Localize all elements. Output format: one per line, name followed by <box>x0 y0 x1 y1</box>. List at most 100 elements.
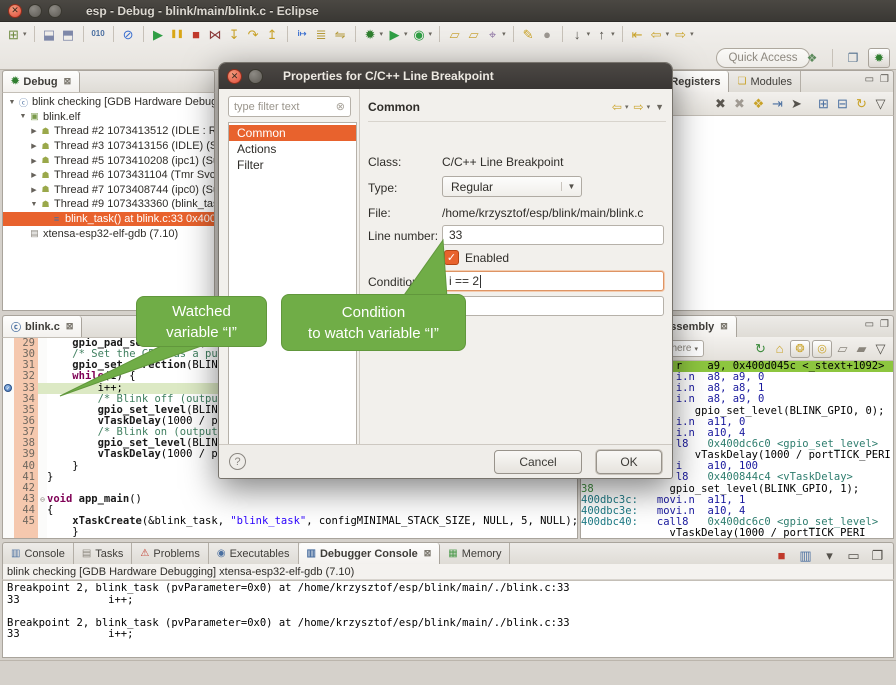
open-folder-icon[interactable]: ▱ <box>446 25 463 43</box>
tab-debugger-console[interactable]: ▥Debugger Console⊠ <box>299 543 441 564</box>
show-debug-sources-icon[interactable]: ≣ <box>313 25 330 43</box>
external-tools-icon[interactable]: ◉ <box>411 25 428 43</box>
home-icon[interactable]: ⌂ <box>771 340 788 358</box>
maximize-icon[interactable]: ❐ <box>869 546 886 564</box>
view-menu-icon[interactable]: ▽ <box>872 95 889 113</box>
search-icon[interactable]: ⌖ <box>484 25 501 43</box>
breakpoint-marker-icon[interactable]: ✓ <box>4 384 12 392</box>
instruction-stepping-icon[interactable]: i↦ <box>294 25 311 43</box>
dialog-nav-filter[interactable]: Filter <box>229 157 356 173</box>
line-number[interactable]: 32 <box>14 371 38 382</box>
expander-icon[interactable]: ▶ <box>29 171 39 179</box>
terminate-console-icon[interactable]: ■ <box>773 546 790 564</box>
fold-icon[interactable]: ⊖ <box>38 494 47 505</box>
new-wizard-icon[interactable]: ⊞ <box>5 25 22 43</box>
chevron-down-icon[interactable]: ▾ <box>502 30 506 38</box>
forward-icon[interactable]: ⇨ <box>672 25 689 43</box>
expand-icon[interactable]: ⊞ <box>815 95 832 113</box>
tab-debug[interactable]: ✹ Debug ⊠ <box>3 71 80 92</box>
chevron-down-icon[interactable]: ▾ <box>690 30 694 38</box>
expander-icon[interactable]: ▶ <box>29 127 39 135</box>
marker-bar[interactable] <box>3 472 14 483</box>
marker-bar[interactable] <box>3 405 14 416</box>
mark-occurrences-icon[interactable]: ✎ <box>520 25 537 43</box>
chevron-down-icon[interactable]: ▾ <box>23 30 27 38</box>
expander-icon[interactable]: ▶ <box>29 142 39 150</box>
step-return-icon[interactable]: ↥ <box>264 25 281 43</box>
dialog-nav-common[interactable]: Common <box>229 125 356 141</box>
close-icon[interactable]: ⊠ <box>720 321 728 332</box>
display-selected-console-icon[interactable]: ▥ <box>797 546 814 564</box>
tab-memory[interactable]: ▦Memory <box>440 543 510 564</box>
condition-input[interactable]: i == 2 <box>442 271 664 291</box>
skip-breakpoints-icon[interactable]: ⊘ <box>120 25 137 43</box>
filter-input[interactable]: type filter text ⊗ <box>228 96 351 117</box>
tab-console[interactable]: ▥Console <box>3 543 74 564</box>
save-all-icon[interactable]: ⬒ <box>60 25 77 43</box>
chevron-down-icon[interactable]: ▾ <box>587 30 591 38</box>
dialog-nav-actions[interactable]: Actions <box>229 141 356 157</box>
tree-item[interactable]: ▶☗Thread #3 1073413156 (IDLE) (Suspended… <box>3 139 214 154</box>
line-number[interactable]: 39 <box>14 449 38 460</box>
expander-icon[interactable]: ▼ <box>18 113 28 120</box>
marker-bar[interactable] <box>3 505 14 516</box>
resume-icon[interactable]: ▶ <box>150 25 167 43</box>
view-menu-icon[interactable]: ▽ <box>872 340 889 358</box>
tab-tasks[interactable]: ▤Tasks <box>74 543 133 564</box>
ok-button[interactable]: OK <box>596 450 662 474</box>
pin-view-icon[interactable]: ▰ <box>853 340 870 358</box>
tab-executables[interactable]: ◉Executables <box>209 543 299 564</box>
disconnect-icon[interactable]: ⋈ <box>207 25 224 43</box>
marker-bar[interactable] <box>3 338 14 349</box>
window-close-button[interactable]: ✕ <box>8 4 22 18</box>
marker-bar[interactable] <box>3 438 14 449</box>
import-folder-icon[interactable]: ▱ <box>465 25 482 43</box>
last-edit-icon[interactable]: ⇤ <box>629 25 646 43</box>
marker-bar[interactable] <box>3 394 14 405</box>
line-number[interactable]: 45 <box>14 516 38 527</box>
tree-item[interactable]: ▶☗Thread #2 1073413512 (IDLE : Running) <box>3 124 214 139</box>
tab-problems[interactable]: ⚠Problems <box>132 543 208 564</box>
marker-bar[interactable] <box>3 360 14 371</box>
marker-bar[interactable] <box>3 494 14 505</box>
marker-bar[interactable] <box>3 461 14 472</box>
prev-annotation-icon[interactable]: ↑ <box>593 25 610 43</box>
track-expression-icon[interactable]: ◎ <box>812 340 832 358</box>
suspend-icon[interactable]: ❚❚ <box>169 25 186 43</box>
new-view-icon[interactable]: ▱ <box>834 340 851 358</box>
expander-icon[interactable]: ▼ <box>7 99 17 106</box>
tree-item[interactable]: ▶☗Thread #6 1073431104 (Tmr Svc) (Suspen… <box>3 168 214 183</box>
minimize-icon[interactable]: ▭ <box>865 75 874 85</box>
marker-bar[interactable]: ✓ <box>3 383 14 394</box>
reverse-toggle-icon[interactable]: ⇋ <box>332 25 349 43</box>
chevron-down-icon[interactable]: ▾ <box>694 345 698 353</box>
close-icon[interactable]: ⊠ <box>66 321 74 332</box>
refresh-view-icon[interactable]: ↻ <box>752 340 769 358</box>
tab-modules[interactable]: ❏ Modules <box>729 71 801 92</box>
minimize-icon[interactable]: ▭ <box>865 320 874 330</box>
dialog-minimize-button[interactable] <box>248 69 263 84</box>
marker-bar[interactable] <box>3 416 14 427</box>
tree-item[interactable]: ▼▣blink.elf <box>3 110 214 125</box>
console-output[interactable]: Breakpoint 2, blink_task (pvParameter=0x… <box>2 580 894 658</box>
trace-icon[interactable]: ● <box>539 25 556 43</box>
tab-blink-c[interactable]: ⓒ blink.c ⊠ <box>3 316 82 337</box>
debug-icon[interactable]: ✹ <box>362 25 379 43</box>
type-dropdown[interactable]: Regular ▼ <box>442 176 582 197</box>
back-icon[interactable]: ⇦ <box>612 100 622 114</box>
chevron-down-icon[interactable]: ▾ <box>404 30 408 38</box>
cpp-perspective-icon[interactable]: ❐ <box>842 48 864 68</box>
cancel-button[interactable]: Cancel <box>494 450 582 474</box>
add-register-group-icon[interactable]: ❖ <box>750 95 767 113</box>
help-icon[interactable]: ? <box>229 453 246 470</box>
quick-access-button[interactable]: Quick Access <box>716 48 810 68</box>
enabled-checkbox[interactable]: ✓ <box>444 250 459 265</box>
tree-item[interactable]: ▤xtensa-esp32-elf-gdb (7.10) <box>3 226 214 241</box>
marker-bar[interactable] <box>3 483 14 494</box>
binary-icon[interactable]: 010 <box>90 25 107 43</box>
expander-icon[interactable]: ▼ <box>29 201 39 208</box>
tree-item[interactable]: ▼ⓒblink checking [GDB Hardware Debugging… <box>3 95 214 110</box>
pointer-icon[interactable]: ➤ <box>788 95 805 113</box>
minimize-icon[interactable]: ▭ <box>845 546 862 564</box>
close-icon[interactable]: ⊠ <box>424 548 432 559</box>
